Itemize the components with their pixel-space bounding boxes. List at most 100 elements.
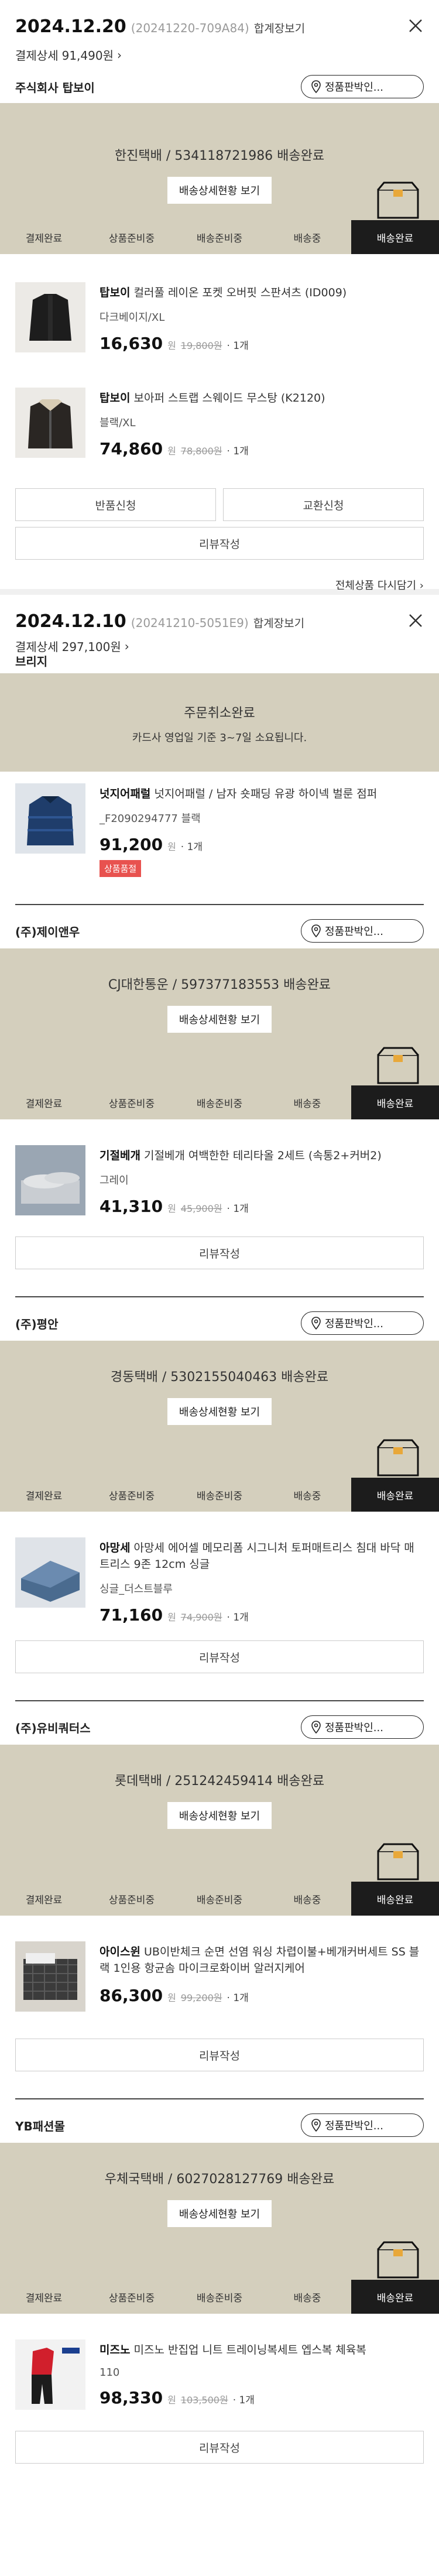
original-price: 19,800원 [180, 340, 222, 351]
shipping-detail-button[interactable]: 배송상세현황 보기 [167, 1006, 272, 1033]
step-paid: 결제완료 [25, 232, 63, 245]
product-title: 넛지어패럴 / 남자 숏패딩 유광 하이넥 벌룬 점퍼 [154, 787, 378, 800]
genuine-guarantee-button[interactable]: 정품판박인... [301, 1715, 424, 1739]
product-quantity: · 1개 [227, 1992, 249, 2004]
product-name: 탑보이 보아퍼 스트랩 스웨이드 무스탕 (K2120) [100, 390, 424, 406]
product-price: 16,630 [100, 334, 163, 353]
pay-detail-label: 결제상세 [15, 49, 59, 63]
currency-unit: 원 [167, 2395, 176, 2406]
product-option: 110 [100, 2366, 120, 2379]
product-quantity: · 1개 [227, 446, 249, 457]
delivery-box-icon [377, 1047, 419, 1084]
step-preparing-shipping: 배송준비중 [196, 2292, 243, 2304]
pay-amount: 91,490원 [61, 49, 114, 63]
return-request-button[interactable]: 반품신청 [15, 488, 216, 521]
product-brand: 탑보이 [100, 286, 131, 299]
product-option: 싱글_더스트블루 [100, 1583, 173, 1595]
genuine-guarantee-button[interactable]: 정품판박인... [301, 75, 424, 98]
product-name: 탑보이 컬러풀 레이온 포켓 오버핏 스판셔츠 (ID009) [100, 285, 424, 301]
product-item[interactable]: 아망세 아망세 에어셀 메모리폼 시그니처 토퍼매트리스 침대 바닥 매트리스 … [0, 1537, 439, 1625]
write-review-button[interactable]: 리뷰작성 [15, 527, 424, 560]
product-price: 41,310 [100, 1197, 163, 1216]
step-preparing-shipping: 배송준비중 [196, 1098, 243, 1110]
order-number: (20241220-709A84) [131, 21, 249, 35]
currency-unit: 원 [167, 340, 176, 351]
product-price: 91,200 [100, 835, 163, 854]
genuine-guarantee-button[interactable]: 정품판박인... [301, 1311, 424, 1335]
order-header: 2024.12.20 (20241220-709A84) 합계장보기 결제상세 … [0, 0, 439, 70]
product-name: 아망세 아망세 에어셀 메모리폼 시그니처 토퍼매트리스 침대 바닥 매트리스 … [100, 1540, 424, 1573]
close-icon[interactable] [407, 18, 424, 34]
original-price: 45,900원 [180, 1203, 222, 1214]
progress-steps: 결제완료 상품준비중 배송준비중 배송중 배송완료 [0, 2280, 439, 2314]
product-image [15, 1537, 85, 1608]
location-pin-icon [311, 80, 321, 93]
close-icon[interactable] [407, 612, 424, 629]
chevron-right-icon: › [124, 639, 129, 653]
currency-unit: 원 [167, 1203, 176, 1214]
cancel-subtitle: 카드사 영업일 기준 3~7일 소요됩니다. [132, 732, 307, 744]
pay-detail-link[interactable]: 결제상세 297,100원 › [15, 638, 424, 655]
product-image [15, 282, 85, 352]
product-item[interactable]: 탑보이 컬러풀 레이온 포켓 오버핏 스판셔츠 (ID009) 다크베이지/XL… [0, 282, 439, 364]
product-quantity: · 1개 [180, 841, 203, 853]
seller-name: (주)유비쿼터스 [15, 1721, 91, 1735]
shipping-detail-button[interactable]: 배송상세현황 보기 [167, 1802, 272, 1829]
sold-out-badge: 상품품절 [100, 860, 142, 877]
product-item[interactable]: 넛지어패럴 넛지어패럴 / 남자 숏패딩 유광 하이넥 벌룬 점퍼 _F2090… [0, 783, 439, 886]
shipping-status-box: CJ대한통운 / 597377183553 배송완료 배송상세현황 보기 결제완… [0, 948, 439, 1119]
write-review-button[interactable]: 리뷰작성 [15, 2039, 424, 2071]
step-shipping: 배송중 [293, 1098, 321, 1110]
product-item[interactable]: 아이스윈 UB이반체크 순면 선염 워싱 차렵이불+베개커버세트 SS 블랙 1… [0, 1941, 439, 2023]
pay-detail-link[interactable]: 결제상세 91,490원 › [15, 46, 424, 63]
exchange-request-button[interactable]: 교환신청 [223, 488, 424, 521]
shipping-detail-button[interactable]: 배송상세현황 보기 [167, 177, 272, 204]
product-item[interactable]: 탑보이 보아퍼 스트랩 스웨이드 무스탕 (K2120) 블랙/XL 74,86… [0, 388, 439, 475]
product-brand: 아이스윈 [100, 1945, 140, 1958]
merge-view-link[interactable]: 합계장보기 [253, 615, 304, 631]
location-pin-icon [311, 924, 321, 937]
shipping-detail-button[interactable]: 배송상세현황 보기 [167, 2200, 272, 2227]
currency-unit: 원 [167, 446, 176, 457]
progress-steps: 결제완료 상품준비중 배송준비중 배송중 배송완료 [0, 1882, 439, 1916]
pay-detail-label: 결제상세 [15, 640, 59, 654]
currency-unit: 원 [167, 1992, 176, 2003]
seller-name: (주)평안 [15, 1317, 59, 1331]
merge-view-link[interactable]: 합계장보기 [254, 20, 305, 36]
step-preparing-product: 상품준비중 [108, 232, 155, 245]
shipping-detail-button[interactable]: 배송상세현황 보기 [167, 1398, 272, 1425]
product-item[interactable]: 미즈노 미즈노 반집업 니트 트레이닝복세트 엡스복 체육복 110 98,33… [0, 2339, 439, 2416]
step-delivered: 배송완료 [351, 1085, 439, 1119]
seller-block: YB패션몰 정품판박인... 우체국택배 / 6027028127769 배송완… [0, 2099, 439, 2464]
delivery-box-icon [377, 181, 419, 219]
order-number: (20241210-5051E9) [131, 616, 249, 630]
step-delivered: 배송완료 [351, 220, 439, 254]
write-review-button[interactable]: 리뷰작성 [15, 1640, 424, 1673]
step-delivered: 배송완료 [351, 1478, 439, 1512]
genuine-button-label: 정품판박인... [325, 1318, 383, 1330]
step-shipping: 배송중 [293, 2292, 321, 2304]
genuine-guarantee-button[interactable]: 정품판박인... [301, 919, 424, 943]
write-review-button[interactable]: 리뷰작성 [15, 2431, 424, 2464]
step-shipping: 배송중 [293, 1490, 321, 1502]
delivery-box-icon [377, 1843, 419, 1880]
step-preparing-product: 상품준비중 [108, 1894, 155, 1906]
product-quantity: · 1개 [227, 1203, 249, 1215]
page: 2024.12.20 (20241220-709A84) 합계장보기 결제상세 … [0, 0, 439, 2464]
original-price: 99,200원 [180, 1992, 222, 2003]
product-title: 기절베개 여백한한 테리타올 2세트 (속통2+커버2) [143, 1149, 382, 1162]
write-review-button[interactable]: 리뷰작성 [15, 1236, 424, 1269]
progress-steps: 결제완료 상품준비중 배송준비중 배송중 배송완료 [0, 1085, 439, 1119]
product-price: 71,160 [100, 1605, 163, 1625]
location-pin-icon [311, 2119, 321, 2132]
genuine-guarantee-button[interactable]: 정품판박인... [301, 2113, 424, 2137]
product-item[interactable]: 기절베개 기절베개 여백한한 테리타올 2세트 (속통2+커버2) 그레이 41… [0, 1145, 439, 1221]
product-title: 아망세 에어셀 메모리폼 시그니처 토퍼매트리스 침대 바닥 매트리스 9존 1… [100, 1542, 414, 1571]
product-quantity: · 1개 [227, 340, 249, 352]
shipping-status-box: 우체국택배 / 6027028127769 배송완료 배송상세현황 보기 결제완… [0, 2143, 439, 2314]
genuine-button-label: 정품판박인... [325, 926, 383, 938]
step-preparing-shipping: 배송준비중 [196, 1490, 243, 1502]
seller-row: YB패션몰 정품판박인... [0, 2108, 439, 2143]
product-title: 컬러풀 레이온 포켓 오버핏 스판셔츠 (ID009) [133, 286, 347, 299]
step-preparing-product: 상품준비중 [108, 1098, 155, 1110]
